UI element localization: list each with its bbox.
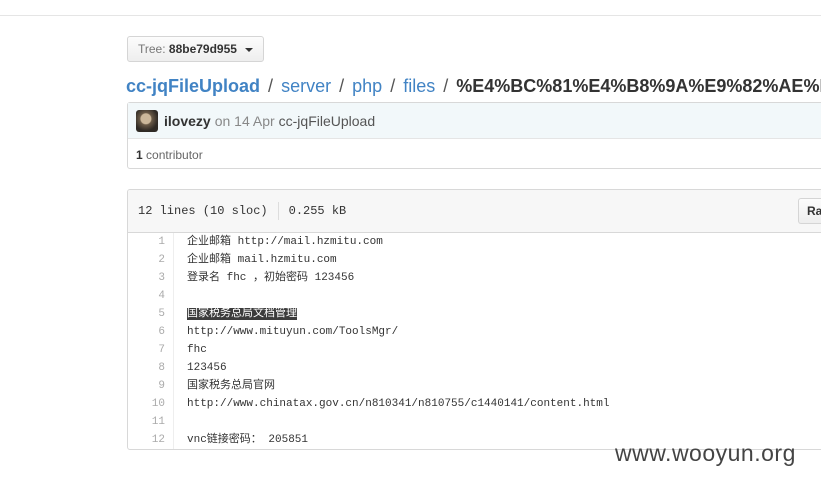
line-content: http://www.chinatax.gov.cn/n810341/n8107… [187, 398, 610, 410]
commit-header: ilovezy on 14 Apr cc-jqFileUpload [128, 103, 821, 139]
line-content-selected: 国家税务总局文档管理 [174, 305, 297, 323]
line-number[interactable]: 8 [128, 359, 174, 377]
breadcrumb-separator: / [339, 76, 345, 96]
breadcrumb-current-file: %E4%BC%81%E4%B8%9A%E9%82%AE%E7 [456, 76, 821, 96]
code-listing: 1 企业邮箱 http://mail.hzmitu.com 2 企业邮箱 mai… [128, 233, 821, 449]
code-line: 6 http://www.mituyun.com/ToolsMgr/ [128, 323, 821, 341]
code-line: 8 123456 [128, 359, 821, 377]
line-number[interactable]: 12 [128, 431, 174, 449]
chevron-down-icon [245, 47, 254, 52]
line-number[interactable]: 1 [128, 233, 174, 251]
code-line: 1 企业邮箱 http://mail.hzmitu.com [128, 233, 821, 251]
tree-commit-value: 88be79d955 [168, 42, 237, 56]
code-line: 9 国家税务总局官网 [128, 377, 821, 395]
commit-message-link[interactable]: cc-jqFileUpload [279, 113, 375, 129]
breadcrumb-separator: / [443, 76, 449, 96]
breadcrumb-link-php[interactable]: php [352, 76, 382, 96]
file-info-divider [277, 202, 279, 220]
code-line: 5 国家税务总局文档管理 [128, 305, 821, 323]
breadcrumb-separator: / [268, 76, 274, 96]
code-line: 2 企业邮箱 mail.hzmitu.com [128, 251, 821, 269]
line-number[interactable]: 5 [128, 305, 174, 323]
file-header: 12 lines (10 sloc) 0.255 kB Raw [128, 190, 821, 233]
line-content: 123456 [187, 362, 227, 374]
breadcrumb-separator: / [390, 76, 396, 96]
line-number[interactable]: 2 [128, 251, 174, 269]
commit-author-link[interactable]: ilovezy [164, 113, 211, 129]
line-content: fhc [187, 344, 207, 356]
file-size: 0.255 kB [288, 204, 347, 218]
code-line: 4 [128, 287, 821, 305]
branch-selector-button[interactable]: Tree: 88be79d955 [127, 36, 265, 62]
line-content: vnc链接密码： 205851 [187, 434, 309, 446]
line-number[interactable]: 9 [128, 377, 174, 395]
code-line: 7 fhc [128, 341, 821, 359]
code-line: 11 [128, 413, 821, 431]
contributors-summary[interactable]: 1 contributor [128, 139, 821, 162]
breadcrumb-link-files[interactable]: files [403, 76, 435, 96]
commit-date: on 14 Apr [214, 112, 275, 129]
tree-label: Tree: [138, 42, 166, 56]
code-line: 10 http://www.chinatax.gov.cn/n810341/n8… [128, 395, 821, 413]
file-viewer: 12 lines (10 sloc) 0.255 kB Raw 1 企业邮箱 h… [127, 189, 821, 450]
selected-text: 国家税务总局文档管理 [187, 308, 297, 320]
commit-tease: ilovezy on 14 Apr cc-jqFileUpload 1 cont… [127, 102, 821, 169]
line-number[interactable]: 6 [128, 323, 174, 341]
line-content [174, 287, 187, 305]
code-line: 3 登录名 fhc ，初始密码 123456 [128, 269, 821, 287]
line-content: 企业邮箱 http://mail.hzmitu.com [187, 236, 383, 248]
line-content [174, 413, 187, 431]
breadcrumb-link-server[interactable]: server [281, 76, 331, 96]
line-content: 企业邮箱 mail.hzmitu.com [187, 254, 337, 266]
avatar[interactable] [136, 109, 158, 132]
breadcrumb-repo-link[interactable]: cc-jqFileUpload [126, 76, 260, 96]
top-divider [0, 15, 821, 16]
line-number[interactable]: 4 [128, 287, 174, 305]
line-content: 国家税务总局官网 [187, 380, 275, 392]
line-number[interactable]: 10 [128, 395, 174, 413]
line-content: http://www.mituyun.com/ToolsMgr/ [187, 326, 399, 338]
file-lines-info: 12 lines (10 sloc) [138, 204, 268, 218]
line-number[interactable]: 7 [128, 341, 174, 359]
watermark-text: www.wooyun.org [615, 440, 796, 466]
contributors-count: 1 [136, 148, 143, 162]
line-content: 登录名 fhc ，初始密码 123456 [187, 272, 355, 284]
line-number[interactable]: 11 [128, 413, 174, 431]
line-number[interactable]: 3 [128, 269, 174, 287]
breadcrumb: cc-jqFileUpload / server / php / files /… [126, 74, 821, 98]
raw-button[interactable]: Raw [798, 198, 821, 224]
contributors-label: contributor [146, 148, 203, 162]
